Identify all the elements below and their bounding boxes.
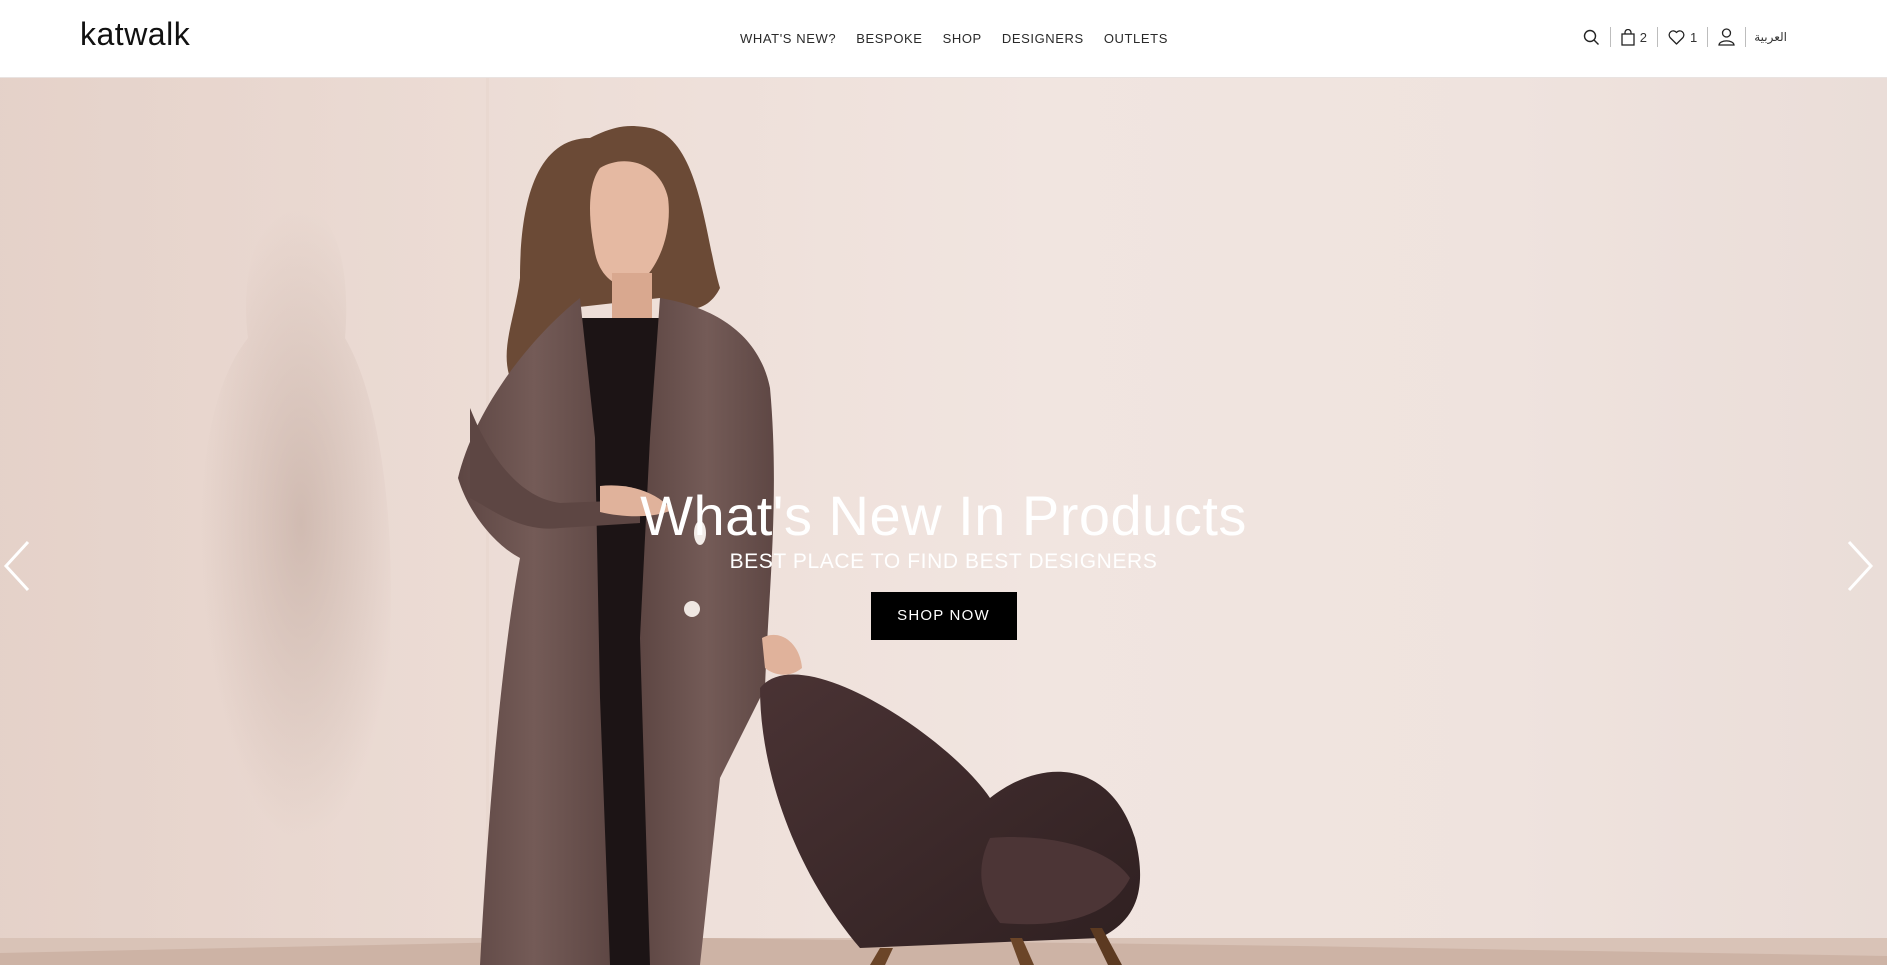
nav-item-outlets[interactable]: OUTLETS <box>1104 31 1168 46</box>
nav-item-shop[interactable]: SHOP <box>943 31 982 46</box>
search-icon <box>1583 29 1600 46</box>
main-nav: WHAT'S NEW? BESPOKE SHOP DESIGNERS OUTLE… <box>740 31 1168 46</box>
account-button[interactable] <box>1708 27 1745 47</box>
chevron-left-icon <box>0 540 36 598</box>
language-switch[interactable]: العربية <box>1746 30 1787 44</box>
site-header: katwalk WHAT'S NEW? BESPOKE SHOP DESIGNE… <box>0 0 1887 78</box>
cart-count: 2 <box>1639 29 1647 45</box>
brand-logo[interactable]: katwalk <box>80 16 190 53</box>
hero-subtitle: BEST PLACE TO FIND BEST DESIGNERS <box>729 550 1158 573</box>
hero-banner: What's New In Products BEST PLACE TO FIN… <box>0 78 1887 965</box>
nav-item-bespoke[interactable]: BESPOKE <box>856 31 922 46</box>
wishlist-count: 1 <box>1689 29 1698 45</box>
heart-icon <box>1668 29 1685 45</box>
carousel-next-button[interactable] <box>1841 538 1877 594</box>
shopping-bag-icon <box>1621 28 1635 46</box>
header-actions: 2 1 العربية <box>1573 24 1787 50</box>
shop-now-button[interactable]: SHOP NOW <box>870 592 1017 640</box>
wishlist-button[interactable]: 1 <box>1658 27 1707 47</box>
nav-item-whats-new[interactable]: WHAT'S NEW? <box>740 31 836 46</box>
hero-text-block: What's New In Products BEST PLACE TO FIN… <box>0 486 1887 640</box>
nav-item-designers[interactable]: DESIGNERS <box>1002 31 1084 46</box>
carousel-prev-button[interactable] <box>0 538 36 594</box>
search-button[interactable] <box>1573 27 1610 47</box>
hero-title: What's New In Products <box>640 484 1247 547</box>
user-icon <box>1718 28 1735 46</box>
cart-button[interactable]: 2 <box>1611 27 1657 47</box>
chevron-right-icon <box>1841 540 1877 598</box>
